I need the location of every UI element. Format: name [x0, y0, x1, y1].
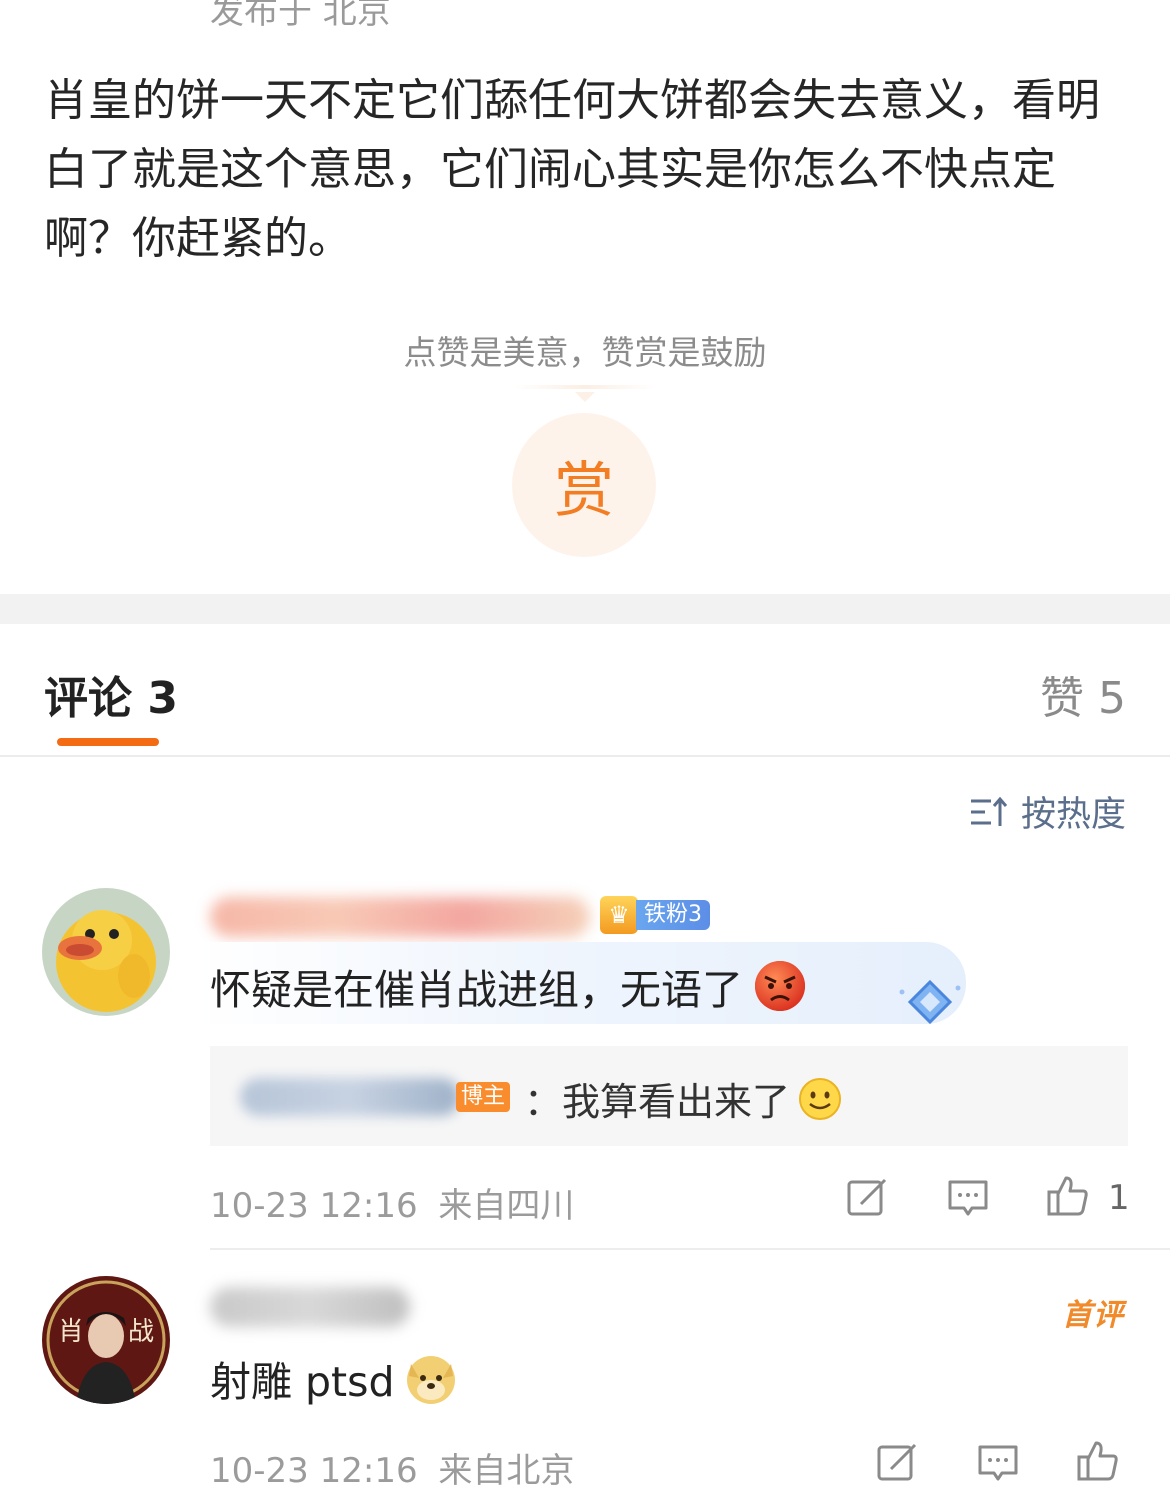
- reward-button[interactable]: 赏: [512, 413, 656, 557]
- reward-hint: 点赞是美意，赞赏是鼓励: [403, 333, 767, 372]
- comment-divider: [210, 1248, 1170, 1250]
- thumbs-up-icon[interactable]: [1046, 1174, 1090, 1218]
- reply-author-name[interactable]: [240, 1078, 460, 1116]
- duck-avatar-icon: [42, 888, 170, 1016]
- comment-text: 射雕 ptsd: [210, 1358, 395, 1406]
- doge-emoji-icon: [406, 1356, 455, 1404]
- comment-body: 射雕 ptsd: [210, 1348, 459, 1408]
- comment-icon[interactable]: [946, 1176, 990, 1220]
- thumbs-up-icon[interactable]: [1076, 1439, 1120, 1483]
- avatar[interactable]: [42, 888, 170, 1016]
- tab-comments[interactable]: 评论 3: [44, 662, 178, 726]
- post-location: 发布于 北京: [210, 0, 391, 32]
- comment-text: 怀疑是在催肖战进组，无语了: [210, 966, 743, 1014]
- comment-time: 10-23 12:16: [210, 1186, 418, 1226]
- repost-icon[interactable]: [845, 1176, 889, 1220]
- tab-divider: [0, 755, 1170, 757]
- diamond-decoration-icon: [899, 979, 961, 1025]
- tab-likes[interactable]: 赞 5: [1040, 662, 1126, 726]
- section-separator: [0, 594, 1170, 624]
- first-comment-badge: 首评: [1062, 1298, 1124, 1333]
- fan-badge-label: 铁粉3: [636, 900, 710, 930]
- avatar[interactable]: 肖 战: [42, 1276, 170, 1404]
- reward-caret-icon: [575, 392, 595, 402]
- portrait-avatar-icon: 肖 战: [42, 1276, 170, 1404]
- commenter-name[interactable]: [210, 897, 590, 937]
- sort-icon: [970, 796, 1008, 826]
- post-text: 肖皇的饼一天不定它们舔任何大饼都会失去意义，看明白了就是这个意思，它们闹心其实是…: [44, 75, 1100, 264]
- angry-emoji-icon: [755, 961, 805, 1011]
- host-badge: 博主: [456, 1082, 510, 1112]
- like-count: 1: [1108, 1178, 1130, 1218]
- comment-time: 10-23 12:16: [210, 1451, 418, 1491]
- svg-text:战: 战: [128, 1317, 154, 1347]
- reply-text: ：我算看出来了: [524, 1080, 791, 1124]
- svg-text:肖: 肖: [58, 1317, 84, 1347]
- commenter-name[interactable]: [210, 1287, 410, 1327]
- sort-label: 按热度: [1020, 795, 1126, 835]
- comment-body: 怀疑是在催肖战进组，无语了: [210, 956, 807, 1016]
- comment-icon[interactable]: [976, 1441, 1020, 1485]
- crown-icon: ♛: [600, 896, 638, 934]
- comment-location: 来自四川: [438, 1186, 575, 1226]
- iron-fan-badge: ♛ 铁粉3: [600, 895, 710, 935]
- tab-active-indicator: [57, 738, 159, 746]
- sort-by-hot-button[interactable]: 按热度: [969, 786, 1126, 837]
- comment-meta: 10-23 12:16 来自四川: [210, 1178, 574, 1227]
- reply-body: ：我算看出来了: [524, 1071, 842, 1126]
- comment-meta: 10-23 12:16 来自北京: [210, 1443, 574, 1492]
- reward-divider: [515, 385, 655, 389]
- comment-location: 来自北京: [438, 1451, 575, 1491]
- repost-icon[interactable]: [875, 1441, 919, 1485]
- smile-emoji-icon: [799, 1077, 842, 1120]
